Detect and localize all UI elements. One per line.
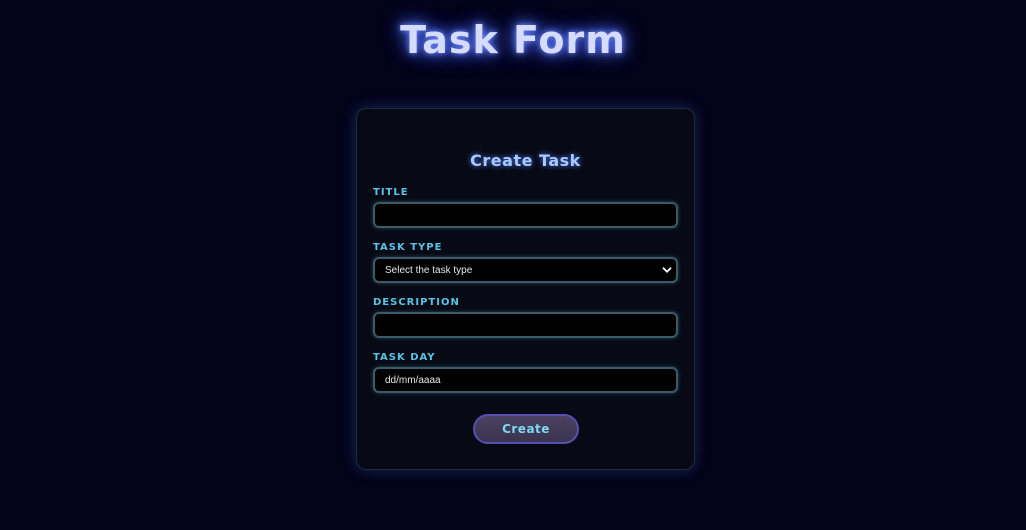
chevron-down-icon <box>662 265 672 275</box>
description-label: DESCRIPTION <box>373 297 460 308</box>
title-label: TITLE <box>373 187 409 198</box>
task-type-select[interactable]: Select the task type <box>373 257 678 283</box>
page-title: Task Form <box>400 18 626 62</box>
task-form-card: Create Task TITLE TASK TYPE Select the t… <box>356 108 695 470</box>
title-input[interactable] <box>373 202 678 228</box>
task-day-label: TASK DAY <box>373 352 436 363</box>
page: Task Form Create Task TITLE TASK TYPE Se… <box>0 0 1026 530</box>
task-day-date-input[interactable]: dd/mm/aaaa <box>373 367 678 393</box>
description-input[interactable] <box>373 312 678 338</box>
task-type-selected-value: Select the task type <box>385 264 473 276</box>
form-heading: Create Task <box>470 151 581 170</box>
task-type-label: TASK TYPE <box>373 242 443 253</box>
create-button[interactable]: Create <box>473 414 579 444</box>
